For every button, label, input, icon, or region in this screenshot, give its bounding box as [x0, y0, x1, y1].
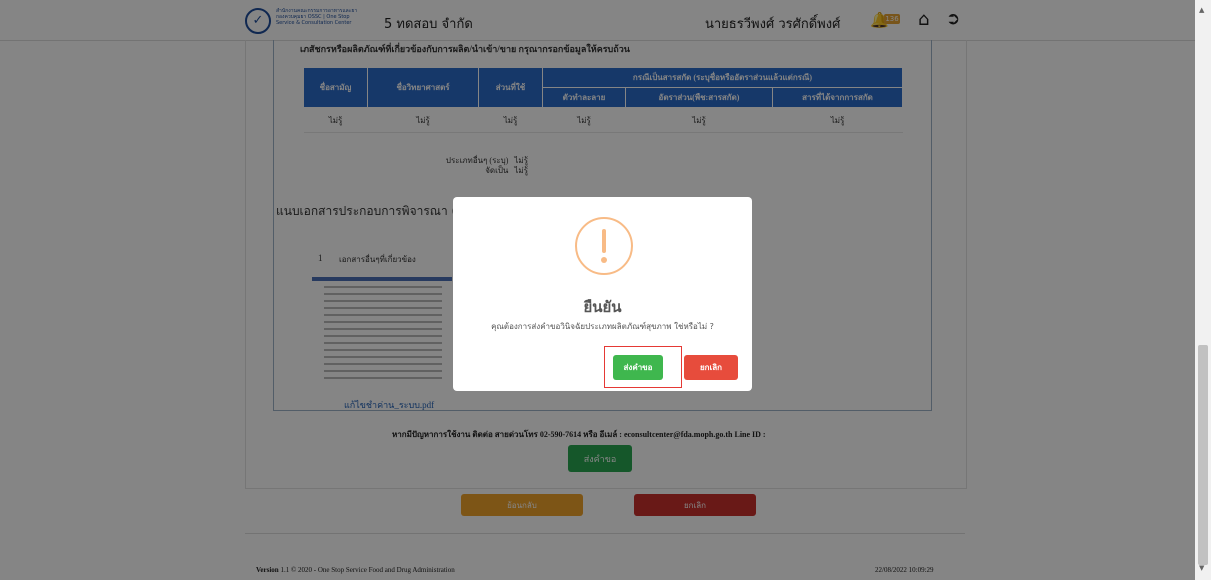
scroll-down-arrow-icon[interactable]: ▼ [1199, 564, 1204, 572]
dialog-cancel-button[interactable]: ยกเลิก [684, 355, 738, 380]
scrollbar-thumb[interactable] [1198, 345, 1208, 565]
exclamation-dot [601, 257, 607, 263]
dialog-title: ยืนยัน [583, 298, 622, 316]
scroll-up-arrow-icon[interactable]: ▲ [1199, 6, 1204, 14]
exclamation-bar [602, 229, 606, 253]
dialog-confirm-button[interactable]: ส่งคำขอ [613, 355, 663, 380]
dialog-message: คุณต้องการส่งคำขอวินิจฉัยประเภทผลิตภัณฑ์… [491, 322, 714, 331]
exclamation-icon [575, 217, 633, 275]
